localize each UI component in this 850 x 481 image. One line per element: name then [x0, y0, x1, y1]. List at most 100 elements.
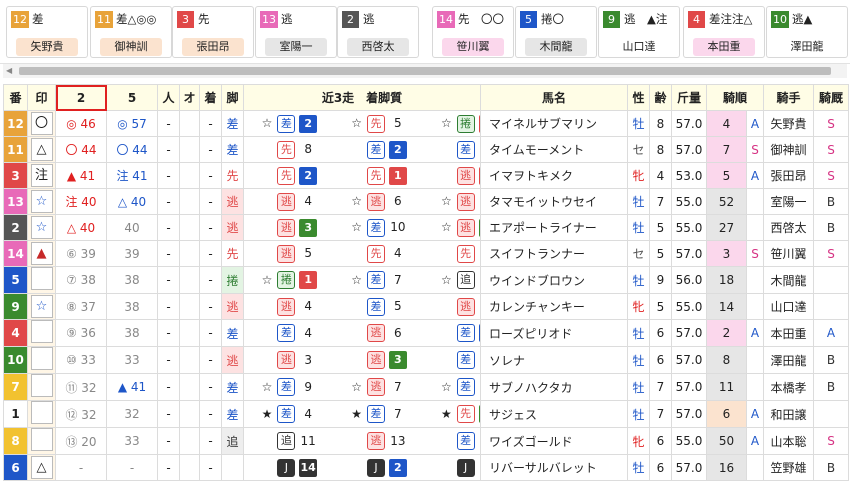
header-mark[interactable]: 印 [27, 84, 56, 111]
mark-input[interactable]: 注 [30, 164, 53, 187]
jockey-name[interactable]: 山口達 [763, 293, 815, 320]
header-jockey[interactable]: 騎手 [763, 84, 815, 111]
table-row[interactable]: 11△〇 44〇 44--差 先 8 差 2 差 11タイムモーメントセ857.… [3, 136, 850, 163]
jockey-name[interactable]: 山本聡 [763, 427, 815, 455]
mark-input[interactable] [30, 374, 53, 397]
mark-input[interactable] [30, 267, 53, 290]
horse-name[interactable]: サジェス [480, 400, 628, 428]
table-row[interactable]: 12〇◎ 46◎ 57--差☆ 差 2☆ 先 5☆ 捲 1マイネルサブマリン牡8… [3, 110, 850, 137]
horse-name[interactable]: タイムモーメント [480, 136, 628, 163]
table-row[interactable]: 2☆△ 40 40--逃 逃 3☆ 差 10☆ 逃 3エアポートライナー牡555… [3, 214, 850, 241]
header-ashi[interactable]: 脚 [221, 84, 244, 111]
table-row[interactable]: 13☆注 40△ 40--逃 逃 4☆ 逃 6☆ 逃 4タマモイットウセイ牡75… [3, 188, 850, 215]
mark-cell[interactable]: 〇 [27, 110, 56, 137]
table-row[interactable]: 5⑦ 38 38--捲☆ 捲 1☆ 差 7☆ 追 6ウインドブロウン牡956.0… [3, 266, 850, 294]
prediction-card[interactable]: 13 逃 室陽一 [255, 6, 337, 58]
header-predictor-5[interactable]: 5 [106, 84, 158, 111]
mark-cell[interactable] [27, 373, 56, 401]
header-predictor-2[interactable]: 2 [55, 84, 107, 111]
scroll-left-icon[interactable]: ◀ [6, 66, 12, 75]
mark-cell[interactable]: △ [27, 454, 56, 481]
table-row[interactable]: 9☆⑧ 37 38--逃 逃 4 差 5 逃 6カレンチャンキー牝555.014… [3, 293, 850, 320]
jockey-name[interactable]: 西啓太 [763, 214, 815, 241]
mark-input[interactable]: △ [30, 456, 53, 479]
mark-cell[interactable] [27, 346, 56, 374]
mark-cell[interactable]: ▲ [27, 240, 56, 267]
jockey-name[interactable]: 笹川翼 [763, 240, 815, 267]
jockey-name[interactable]: 木間龍 [763, 266, 815, 294]
mark-input[interactable] [30, 320, 53, 343]
jockey-name[interactable]: 矢野貴 [763, 110, 815, 137]
prediction-card[interactable]: 12 差 矢野貴 [6, 6, 88, 58]
prediction-card[interactable]: 3 先 張田昂 [172, 6, 254, 58]
prediction-card[interactable]: 2 逃 西啓太 [337, 6, 419, 58]
mark-input[interactable] [30, 347, 53, 370]
header-sex[interactable]: 性 [627, 84, 650, 111]
prediction-card[interactable]: 14 先 〇〇 笹川翼 [432, 6, 514, 58]
horse-name[interactable]: ワイズゴールド [480, 427, 628, 455]
table-row[interactable]: 14▲⑥ 39 39--先 逃 5 先 4 先 5スイフトランナーセ557.03… [3, 240, 850, 267]
prediction-card[interactable]: 4 差注注△ 本田重 [683, 6, 765, 58]
mark-input[interactable] [30, 428, 53, 451]
mark-cell[interactable]: ☆ [27, 188, 56, 215]
jockey-name[interactable]: 本田重 [763, 319, 815, 347]
horse-name[interactable]: ローズピリオド [480, 319, 628, 347]
jockey-name[interactable]: 御神訓 [763, 136, 815, 163]
mark-cell[interactable] [27, 427, 56, 455]
header-recent-runs[interactable]: 近3走 着脚質 [243, 84, 481, 111]
prediction-card[interactable]: 9 逃 ▲注 山口達 [598, 6, 680, 58]
table-row[interactable]: 4⑨ 36 38--差 差 4 逃 6 差 2ローズピリオド牡657.02A本田… [3, 319, 850, 347]
header-jockey-rank[interactable]: 騎順 [705, 84, 765, 111]
prediction-card[interactable]: 5 捲〇 木間龍 [515, 6, 597, 58]
horse-name[interactable]: サブノハクタカ [480, 373, 628, 401]
jockey-name[interactable]: 澤田龍 [763, 346, 815, 374]
mark-input[interactable]: 〇 [30, 112, 53, 135]
mark-cell[interactable]: ☆ [27, 214, 56, 241]
header-weight[interactable]: 斤量 [671, 84, 707, 111]
mark-cell[interactable]: 注 [27, 162, 56, 189]
jockey-name[interactable]: 和田譲 [763, 400, 815, 428]
horse-name[interactable]: マイネルサブマリン [480, 110, 628, 137]
mark-input[interactable]: ☆ [30, 295, 53, 318]
header-chaku[interactable]: 着 [199, 84, 222, 111]
jockey-name[interactable]: 室陽一 [763, 188, 815, 215]
prediction-card[interactable]: 11 差△◎◎ 御神訓 [90, 6, 172, 58]
horse-name[interactable]: イマヲトキメク [480, 162, 628, 189]
mark-cell[interactable] [27, 319, 56, 347]
mark-cell[interactable]: ☆ [27, 293, 56, 320]
scrollbar-thumb[interactable] [19, 67, 831, 75]
horse-name[interactable]: ソレナ [480, 346, 628, 374]
mark-cell[interactable]: △ [27, 136, 56, 163]
mark-input[interactable]: ☆ [30, 216, 53, 239]
header-hito[interactable]: 人 [157, 84, 180, 111]
table-row[interactable]: 7⑪ 32▲ 41--差☆ 差 9☆ 逃 7☆ 差 11サブノハクタカ牡757.… [3, 373, 850, 401]
horse-name[interactable]: ウインドブロウン [480, 266, 628, 294]
horse-name[interactable]: リバーサルバレット [480, 454, 628, 481]
horse-name[interactable]: カレンチャンキー [480, 293, 628, 320]
jockey-name[interactable]: 笠野雄 [763, 454, 815, 481]
mark-input[interactable]: △ [30, 138, 53, 161]
mark-cell[interactable] [27, 266, 56, 294]
header-ban[interactable]: 番 [3, 84, 28, 111]
header-horse-name[interactable]: 馬名 [480, 84, 628, 111]
table-row[interactable]: 8⑬ 20 33--追 追 11 逃 13 差 10ワイズゴールド牝655.05… [3, 427, 850, 455]
mark-input[interactable] [30, 401, 53, 424]
table-row[interactable]: 6△ - --- J 14 J 2 J 7リバーサルバレット牡657.016笠野… [3, 454, 850, 481]
run-finish: 5 [394, 299, 402, 313]
jockey-name[interactable]: 本橋孝 [763, 373, 815, 401]
horizontal-scrollbar[interactable]: ◀ [3, 64, 847, 78]
mark-cell[interactable] [27, 400, 56, 428]
table-row[interactable]: 1⑫ 32 32--差★ 差 4★ 差 7★ 先 3サジェス牡757.06A和田… [3, 400, 850, 428]
horse-name[interactable]: スイフトランナー [480, 240, 628, 267]
prediction-card[interactable]: 10 逃▲ 澤田龍 [766, 6, 848, 58]
horse-name[interactable]: エアポートライナー [480, 214, 628, 241]
table-row[interactable]: 3注▲ 41注 41--先 先 2 先 1 逃 1イマヲトキメク牝453.05A… [3, 162, 850, 189]
header-age[interactable]: 齢 [649, 84, 672, 111]
jockey-name[interactable]: 張田昂 [763, 162, 815, 189]
mark-input[interactable]: ☆ [30, 190, 53, 213]
horse-name[interactable]: タマモイットウセイ [480, 188, 628, 215]
header-stable[interactable]: 騎厩 [813, 84, 850, 111]
header-o[interactable]: オ [179, 84, 200, 111]
mark-input[interactable]: ▲ [30, 242, 53, 265]
table-row[interactable]: 10⑩ 33 33--逃 逃 3 逃 3 差 12ソレナ牡657.08澤田龍B [3, 346, 850, 374]
